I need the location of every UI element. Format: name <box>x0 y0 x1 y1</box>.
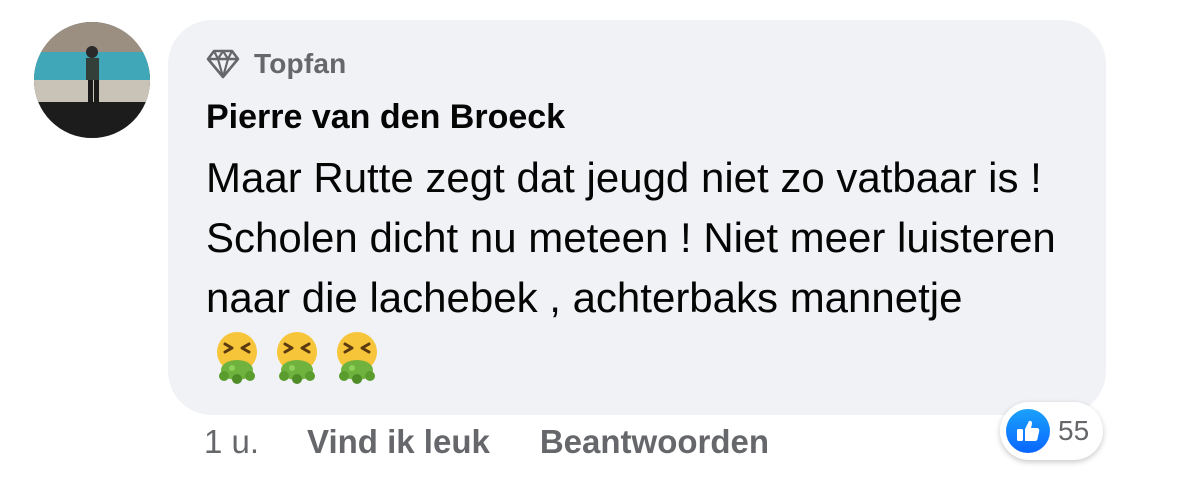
comment-text: Maar Rutte zegt dat jeugd niet zo vatbaa… <box>206 148 1086 388</box>
reply-button[interactable]: Beantwoorden <box>540 423 769 461</box>
vomiting-face-emoji <box>337 332 377 384</box>
comment-actions: 1 u. Vind ik leuk Beantwoorden <box>204 423 769 461</box>
avatar[interactable] <box>34 22 150 138</box>
vomiting-face-emoji <box>277 332 317 384</box>
emoji-group <box>212 330 382 384</box>
thumbs-up-icon <box>1006 409 1050 453</box>
comment-text-content: Maar Rutte zegt dat jeugd niet zo vatbaa… <box>206 154 1056 321</box>
top-fan-badge: Topfan <box>206 48 346 80</box>
reaction-summary[interactable]: 55 <box>1000 402 1104 460</box>
like-button[interactable]: Vind ik leuk <box>307 423 490 461</box>
comment-bubble: Topfan Pierre van den Broeck Maar Rutte … <box>168 20 1106 415</box>
diamond-icon <box>206 49 240 79</box>
vomiting-face-emoji <box>217 332 257 384</box>
author-name[interactable]: Pierre van den Broeck <box>206 98 565 137</box>
timestamp[interactable]: 1 u. <box>204 423 259 461</box>
badge-label: Topfan <box>254 48 347 79</box>
reaction-count: 55 <box>1058 415 1090 446</box>
comment: Topfan Pierre van den Broeck Maar Rutte … <box>0 0 1200 483</box>
